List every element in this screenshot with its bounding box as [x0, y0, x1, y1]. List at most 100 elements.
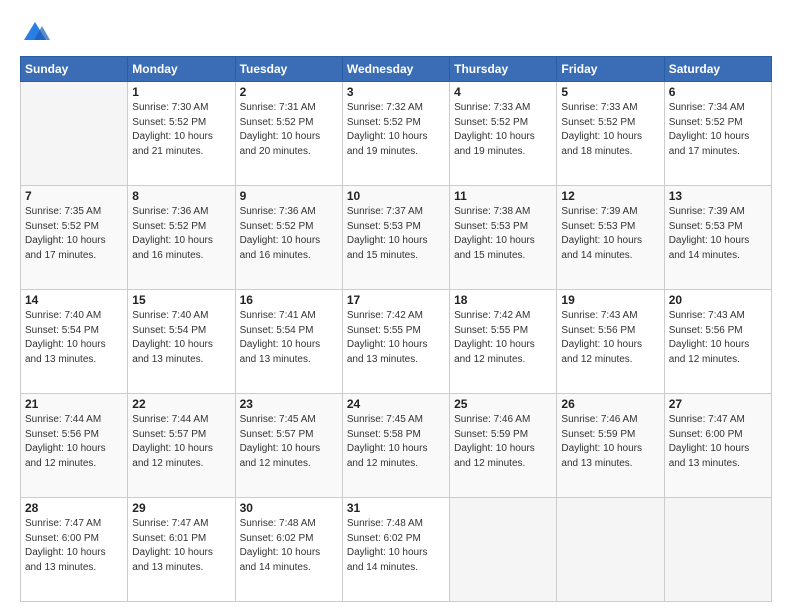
sun-info: Sunrise: 7:42 AMSunset: 5:55 PMDaylight:… [347, 309, 445, 367]
calendar-cell [557, 498, 664, 602]
page: SundayMondayTuesdayWednesdayThursdayFrid… [0, 0, 792, 612]
day-number: 13 [669, 189, 767, 203]
calendar-cell: 29Sunrise: 7:47 AMSunset: 6:01 PMDayligh… [128, 498, 235, 602]
day-number: 25 [454, 397, 552, 411]
calendar-cell: 23 Sunrise: 7:45 AMSunset: 5:57 PMDayligh… [235, 394, 342, 498]
sun-info: Sunrise: 7:40 AMSunset: 5:54 PMDaylight:… [25, 309, 123, 367]
sun-info: Sunrise: 7:32 AMSunset: 5:52 PMDaylight:… [347, 101, 445, 159]
calendar-cell: 27 Sunrise: 7:47 AMSunset: 6:00 PMDayligh… [664, 394, 771, 498]
sun-info: Sunrise: 7:31 AMSunset: 5:52 PMDaylight:… [240, 101, 338, 159]
sun-info: Sunrise: 7:46 AMSunset: 5:59 PMDaylight:… [561, 413, 659, 471]
calendar-cell: 25 Sunrise: 7:46 AMSunset: 5:59 PMDayligh… [450, 394, 557, 498]
day-number: 5 [561, 85, 659, 99]
day-number: 21 [25, 397, 123, 411]
day-number: 23 [240, 397, 338, 411]
calendar-cell: 7 Sunrise: 7:35 AMSunset: 5:52 PMDaylight… [21, 186, 128, 290]
calendar-cell [664, 498, 771, 602]
sun-info: Sunrise: 7:34 AMSunset: 5:52 PMDaylight:… [669, 101, 767, 159]
day-number: 28 [25, 501, 123, 515]
sun-info: Sunrise: 7:33 AMSunset: 5:52 PMDaylight:… [454, 101, 552, 159]
calendar-cell: 1 Sunrise: 7:30 AMSunset: 5:52 PMDaylight… [128, 82, 235, 186]
calendar-cell: 22 Sunrise: 7:44 AMSunset: 5:57 PMDayligh… [128, 394, 235, 498]
weekday-header: Saturday [664, 57, 771, 82]
day-number: 4 [454, 85, 552, 99]
sun-info: Sunrise: 7:44 AMSunset: 5:57 PMDaylight:… [132, 413, 230, 471]
sun-info: Sunrise: 7:47 AMSunset: 6:00 PMDaylight:… [669, 413, 767, 471]
sun-info: Sunrise: 7:38 AMSunset: 5:53 PMDaylight:… [454, 205, 552, 263]
sun-info: Sunrise: 7:35 AMSunset: 5:52 PMDaylight:… [25, 205, 123, 263]
calendar-table: SundayMondayTuesdayWednesdayThursdayFrid… [20, 56, 772, 602]
day-number: 27 [669, 397, 767, 411]
weekday-header: Monday [128, 57, 235, 82]
day-number: 7 [25, 189, 123, 203]
sun-info: Sunrise: 7:43 AMSunset: 5:56 PMDaylight:… [561, 309, 659, 367]
calendar-cell [450, 498, 557, 602]
sun-info: Sunrise: 7:42 AMSunset: 5:55 PMDaylight:… [454, 309, 552, 367]
sun-info: Sunrise: 7:46 AMSunset: 5:59 PMDaylight:… [454, 413, 552, 471]
weekday-header: Tuesday [235, 57, 342, 82]
sun-info: Sunrise: 7:30 AMSunset: 5:52 PMDaylight:… [132, 101, 230, 159]
logo-icon [20, 18, 50, 48]
calendar-cell: 20 Sunrise: 7:43 AMSunset: 5:56 PMDayligh… [664, 290, 771, 394]
calendar-cell: 18Sunrise: 7:42 AMSunset: 5:55 PMDayligh… [450, 290, 557, 394]
logo [20, 18, 54, 48]
calendar-cell: 30 Sunrise: 7:48 AMSunset: 6:02 PMDayligh… [235, 498, 342, 602]
sun-info: Sunrise: 7:47 AMSunset: 6:00 PMDaylight:… [25, 517, 123, 575]
weekday-header: Thursday [450, 57, 557, 82]
sun-info: Sunrise: 7:40 AMSunset: 5:54 PMDaylight:… [132, 309, 230, 367]
sun-info: Sunrise: 7:44 AMSunset: 5:56 PMDaylight:… [25, 413, 123, 471]
calendar-cell: 21 Sunrise: 7:44 AMSunset: 5:56 PMDayligh… [21, 394, 128, 498]
sun-info: Sunrise: 7:43 AMSunset: 5:56 PMDaylight:… [669, 309, 767, 367]
day-number: 30 [240, 501, 338, 515]
day-number: 14 [25, 293, 123, 307]
calendar-cell: 6 Sunrise: 7:34 AMSunset: 5:52 PMDaylight… [664, 82, 771, 186]
sun-info: Sunrise: 7:39 AMSunset: 5:53 PMDaylight:… [561, 205, 659, 263]
calendar-cell: 26 Sunrise: 7:46 AMSunset: 5:59 PMDayligh… [557, 394, 664, 498]
calendar-week-row: 7 Sunrise: 7:35 AMSunset: 5:52 PMDaylight… [21, 186, 772, 290]
calendar-cell: 2 Sunrise: 7:31 AMSunset: 5:52 PMDaylight… [235, 82, 342, 186]
sun-info: Sunrise: 7:36 AMSunset: 5:52 PMDaylight:… [240, 205, 338, 263]
day-number: 8 [132, 189, 230, 203]
sun-info: Sunrise: 7:45 AMSunset: 5:57 PMDaylight:… [240, 413, 338, 471]
day-number: 2 [240, 85, 338, 99]
day-number: 24 [347, 397, 445, 411]
calendar-week-row: 1 Sunrise: 7:30 AMSunset: 5:52 PMDaylight… [21, 82, 772, 186]
calendar-cell [21, 82, 128, 186]
weekday-header: Friday [557, 57, 664, 82]
day-number: 29 [132, 501, 230, 515]
day-number: 9 [240, 189, 338, 203]
day-number: 16 [240, 293, 338, 307]
day-number: 31 [347, 501, 445, 515]
sun-info: Sunrise: 7:48 AMSunset: 6:02 PMDaylight:… [240, 517, 338, 575]
day-number: 12 [561, 189, 659, 203]
calendar-cell: 11Sunrise: 7:38 AMSunset: 5:53 PMDayligh… [450, 186, 557, 290]
day-number: 20 [669, 293, 767, 307]
calendar-cell: 13 Sunrise: 7:39 AMSunset: 5:53 PMDayligh… [664, 186, 771, 290]
day-number: 22 [132, 397, 230, 411]
sun-info: Sunrise: 7:39 AMSunset: 5:53 PMDaylight:… [669, 205, 767, 263]
calendar-cell: 5 Sunrise: 7:33 AMSunset: 5:52 PMDaylight… [557, 82, 664, 186]
calendar-cell: 8Sunrise: 7:36 AMSunset: 5:52 PMDaylight… [128, 186, 235, 290]
calendar-week-row: 28 Sunrise: 7:47 AMSunset: 6:00 PMDayligh… [21, 498, 772, 602]
calendar-cell: 3 Sunrise: 7:32 AMSunset: 5:52 PMDaylight… [342, 82, 449, 186]
sun-info: Sunrise: 7:33 AMSunset: 5:52 PMDaylight:… [561, 101, 659, 159]
weekday-header: Wednesday [342, 57, 449, 82]
calendar-cell: 4 Sunrise: 7:33 AMSunset: 5:52 PMDaylight… [450, 82, 557, 186]
day-number: 15 [132, 293, 230, 307]
calendar-week-row: 14 Sunrise: 7:40 AMSunset: 5:54 PMDayligh… [21, 290, 772, 394]
weekday-header: Sunday [21, 57, 128, 82]
day-number: 3 [347, 85, 445, 99]
day-number: 6 [669, 85, 767, 99]
day-number: 1 [132, 85, 230, 99]
calendar-cell: 24 Sunrise: 7:45 AMSunset: 5:58 PMDayligh… [342, 394, 449, 498]
calendar-cell: 19Sunrise: 7:43 AMSunset: 5:56 PMDayligh… [557, 290, 664, 394]
sun-info: Sunrise: 7:45 AMSunset: 5:58 PMDaylight:… [347, 413, 445, 471]
calendar-cell: 17 Sunrise: 7:42 AMSunset: 5:55 PMDayligh… [342, 290, 449, 394]
day-number: 17 [347, 293, 445, 307]
day-number: 26 [561, 397, 659, 411]
calendar-header-row: SundayMondayTuesdayWednesdayThursdayFrid… [21, 57, 772, 82]
sun-info: Sunrise: 7:37 AMSunset: 5:53 PMDaylight:… [347, 205, 445, 263]
calendar-cell: 31Sunrise: 7:48 AMSunset: 6:02 PMDayligh… [342, 498, 449, 602]
calendar-cell: 14 Sunrise: 7:40 AMSunset: 5:54 PMDayligh… [21, 290, 128, 394]
day-number: 10 [347, 189, 445, 203]
